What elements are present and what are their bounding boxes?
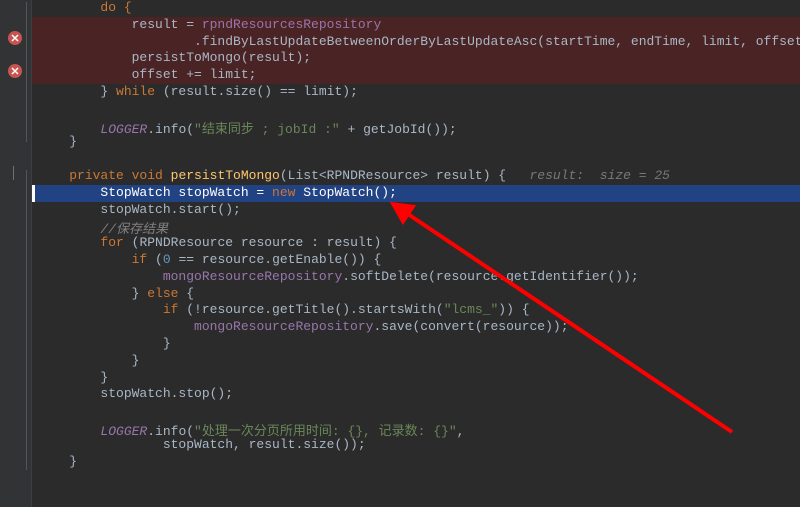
code-line[interactable]: .findByLastUpdateBetweenOrderByLastUpdat… xyxy=(32,34,800,51)
code-line[interactable]: offset += limit; xyxy=(32,67,800,84)
code-line[interactable]: } else { xyxy=(32,286,800,303)
caret-indicator xyxy=(32,185,35,202)
error-icon xyxy=(10,66,20,76)
code-line[interactable]: } xyxy=(32,134,800,151)
code-line[interactable]: mongoResourceRepository.softDelete(resou… xyxy=(32,269,800,286)
gutter-marker-icon xyxy=(13,166,14,180)
code-line-current[interactable]: StopWatch stopWatch = new StopWatch(); xyxy=(32,185,800,202)
code-line[interactable]: } xyxy=(32,336,800,353)
error-breakpoint-icon[interactable] xyxy=(8,64,22,78)
code-line[interactable]: stopWatch.stop(); xyxy=(32,386,800,403)
code-line[interactable]: for (RPNDResource resource : result) { xyxy=(32,235,800,252)
code-line[interactable]: do { xyxy=(32,0,800,17)
code-line[interactable]: LOGGER.info("结束同步 ; jobId :" + getJobId(… xyxy=(32,118,800,135)
code-line[interactable]: if (0 == resource.getEnable()) { xyxy=(32,252,800,269)
code-line[interactable]: } xyxy=(32,454,800,471)
code-line[interactable]: } xyxy=(32,370,800,387)
code-line[interactable] xyxy=(32,151,800,168)
code-line[interactable] xyxy=(32,403,800,420)
code-line[interactable]: persistToMongo(result); xyxy=(32,50,800,67)
code-line[interactable]: private void persistToMongo(List<RPNDRes… xyxy=(32,168,800,185)
code-line[interactable]: stopWatch, result.size()); xyxy=(32,437,800,454)
code-line[interactable]: mongoResourceRepository.save(convert(res… xyxy=(32,319,800,336)
code-line[interactable] xyxy=(32,101,800,118)
code-line[interactable]: } xyxy=(32,353,800,370)
code-line[interactable]: if (!resource.getTitle().startsWith("lcm… xyxy=(32,302,800,319)
code-line[interactable]: LOGGER.info("处理一次分页所用时间: {}, 记录数: {}", xyxy=(32,420,800,437)
code-line[interactable]: result = rpndResourcesRepository xyxy=(32,17,800,34)
code-line[interactable]: stopWatch.start(); xyxy=(32,202,800,219)
error-icon xyxy=(10,33,20,43)
editor-gutter xyxy=(0,0,32,507)
code-line[interactable] xyxy=(32,470,800,487)
error-breakpoint-icon[interactable] xyxy=(8,31,22,45)
inline-hint: result: size = 25 xyxy=(530,168,670,183)
code-line[interactable]: } while (result.size() == limit); xyxy=(32,84,800,101)
code-line[interactable]: //保存结果 xyxy=(32,218,800,235)
code-editor[interactable]: do { result = rpndResourcesRepository .f… xyxy=(32,0,800,507)
